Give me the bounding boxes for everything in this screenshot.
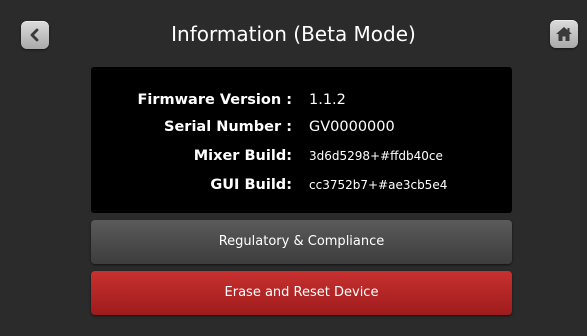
home-button[interactable]	[550, 20, 578, 48]
mixer-build-label: Mixer Build:	[193, 148, 292, 164]
information-screen: Information (Beta Mode) Firmware Version…	[0, 0, 587, 336]
firmware-version-value: 1.1.2	[309, 92, 346, 108]
firmware-version-label: Firmware Version :	[137, 92, 293, 108]
gui-build-label: GUI Build:	[210, 177, 292, 193]
gui-build-value: cc3752b7+#ae3cb5e4	[309, 178, 448, 192]
firmware-version-row: Firmware Version : 1.1.2	[91, 88, 512, 112]
device-info-panel: Firmware Version : 1.1.2 Serial Number :…	[91, 67, 512, 213]
home-icon	[556, 27, 572, 41]
erase-reset-device-button[interactable]: Erase and Reset Device	[91, 271, 512, 315]
serial-number-label: Serial Number :	[164, 119, 292, 135]
page-title: Information (Beta Mode)	[171, 22, 416, 46]
regulatory-compliance-button[interactable]: Regulatory & Compliance	[91, 220, 512, 264]
mixer-build-value: 3d6d5298+#ffdb40ce	[309, 149, 443, 163]
gui-build-row: GUI Build: cc3752b7+#ae3cb5e4	[91, 173, 512, 197]
serial-number-row: Serial Number : GV0000000	[91, 115, 512, 139]
mixer-build-row: Mixer Build: 3d6d5298+#ffdb40ce	[91, 144, 512, 168]
serial-number-value: GV0000000	[309, 119, 395, 135]
